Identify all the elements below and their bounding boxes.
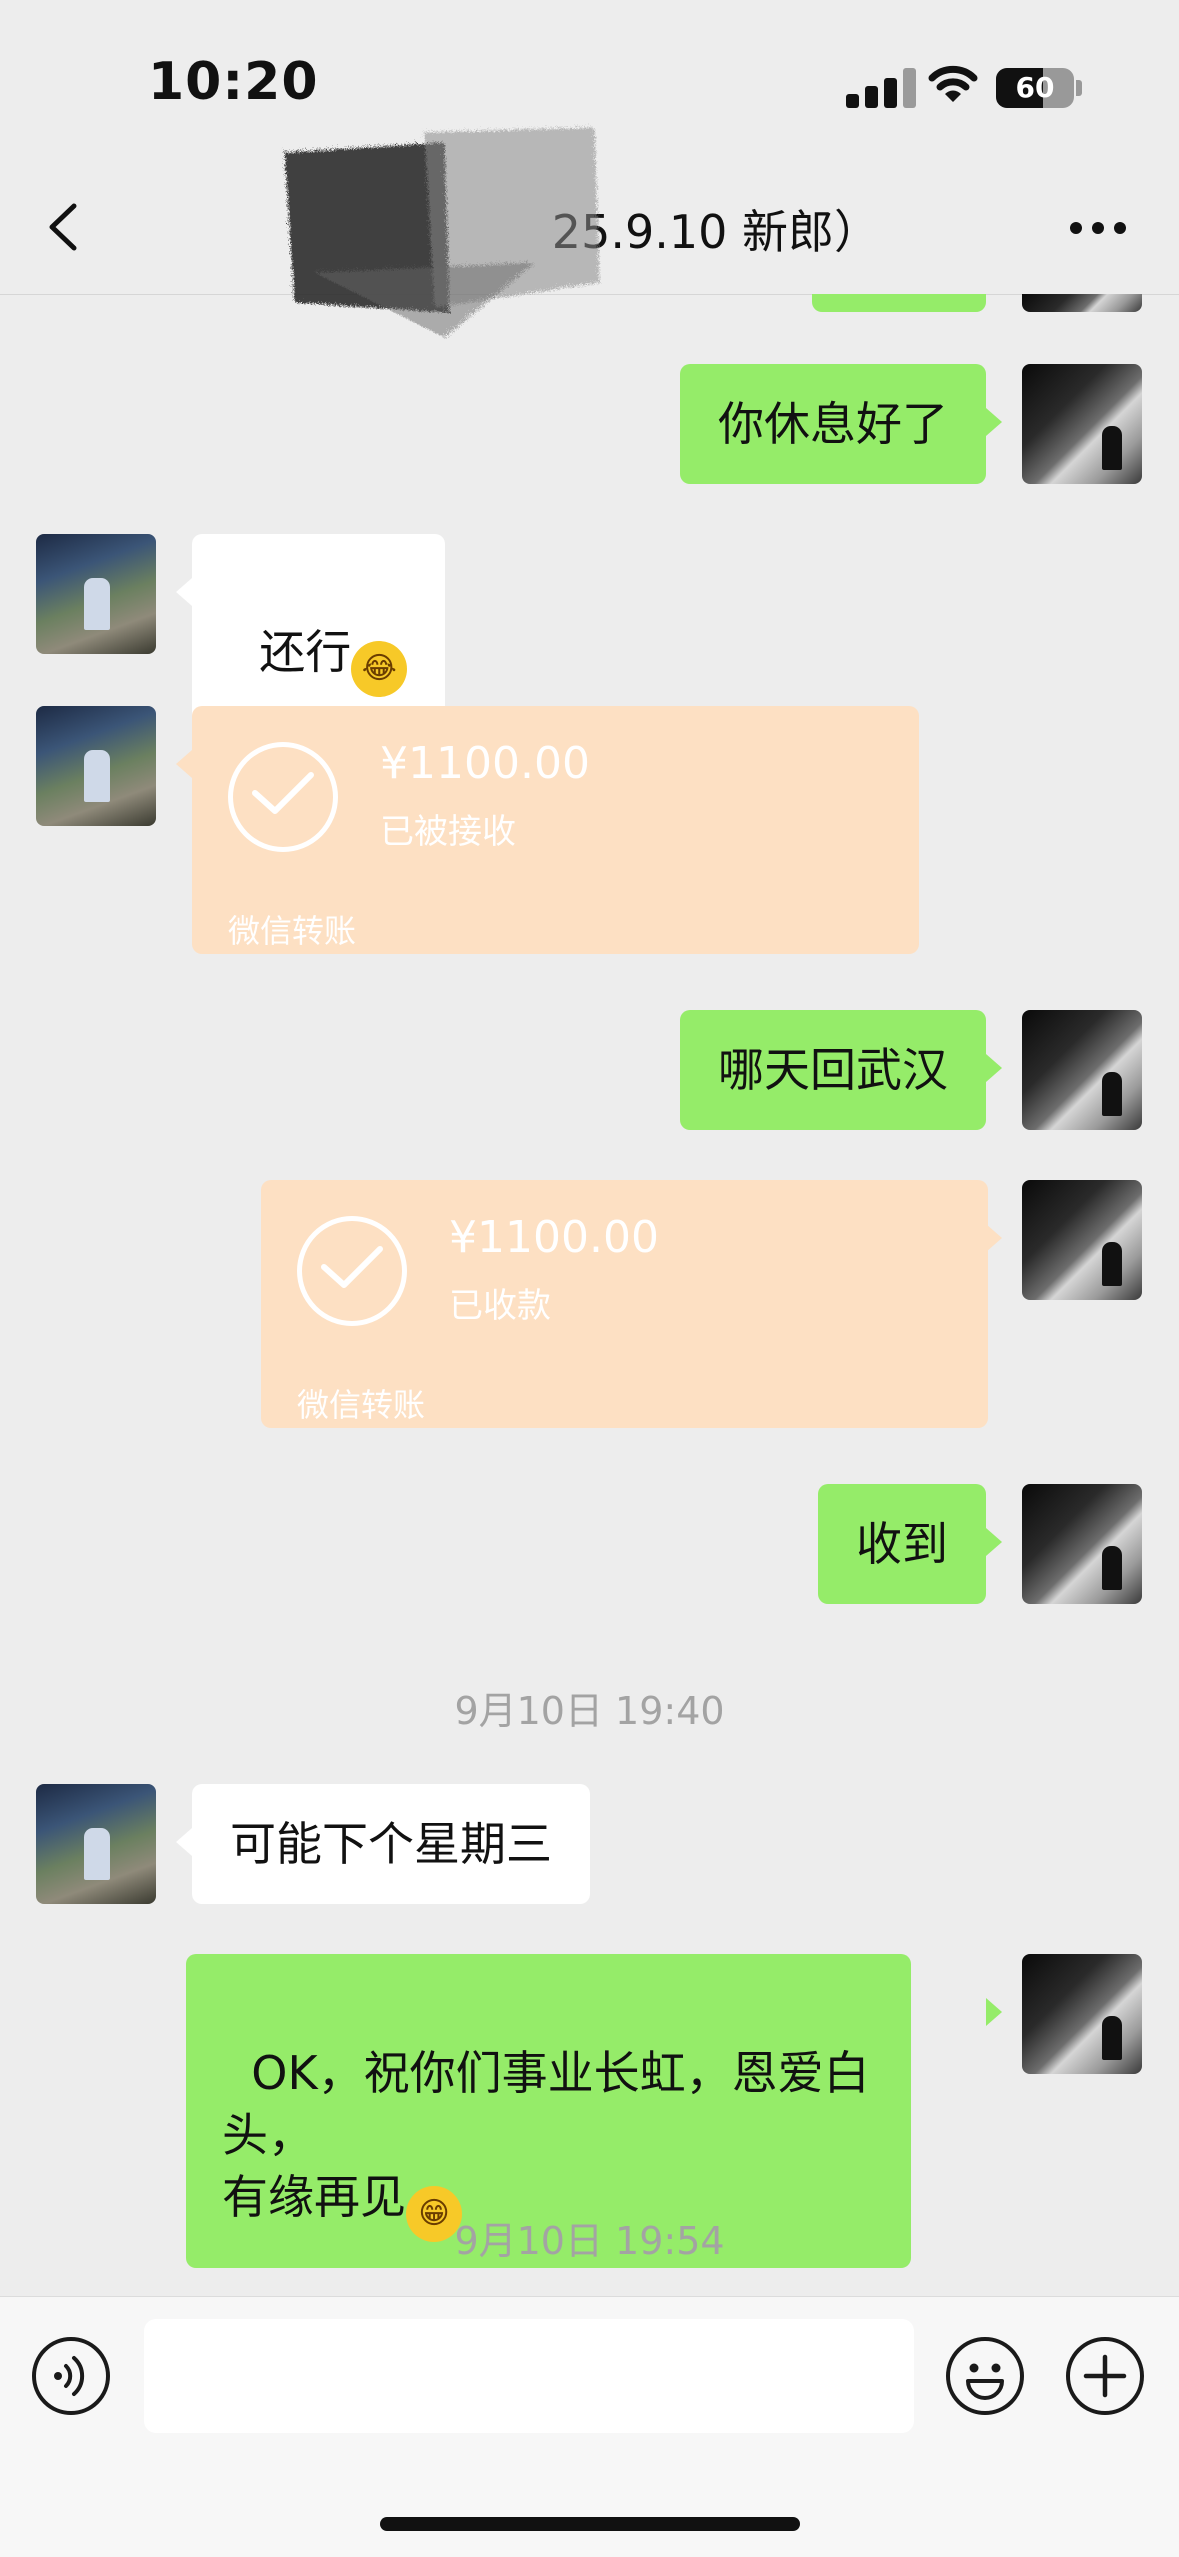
bubble-tail (986, 1528, 1002, 1556)
transfer-amount: ¥1100.00 (380, 738, 590, 789)
wechat-transfer-card[interactable]: ¥1100.00 已被接收 微信转账 (192, 706, 919, 954)
input-bar (0, 2296, 1179, 2557)
check-circle-icon (228, 742, 338, 852)
my-message-bubble[interactable]: 收到 (818, 1484, 986, 1604)
bubble-tail (176, 750, 192, 778)
friend-message-bubble[interactable]: 可能下个星期三 (192, 1784, 590, 1904)
my-avatar-partial[interactable] (1022, 294, 1142, 312)
transfer-label: 微信转账 (228, 912, 357, 950)
voice-icon[interactable] (32, 2337, 110, 2415)
battery-icon: 60 (996, 68, 1074, 108)
wechat-transfer-card[interactable]: ¥1100.00 已收款 微信转账 (261, 1180, 988, 1428)
my-avatar[interactable] (1022, 1180, 1142, 1300)
my-avatar[interactable] (1022, 1484, 1142, 1604)
message-text: OK，祝你们事业长虹，恩爱白头， 有缘再见 (222, 2046, 870, 2224)
bubble-tail (176, 578, 192, 606)
transfer-status: 已收款 (449, 1286, 551, 1326)
back-arrow-icon[interactable] (44, 202, 84, 252)
my-avatar[interactable] (1022, 1010, 1142, 1130)
smile-icon[interactable] (946, 2337, 1024, 2415)
battery-tip (1076, 80, 1082, 96)
transfer-label: 微信转账 (297, 1386, 426, 1424)
home-indicator[interactable] (380, 2517, 800, 2531)
battery-level: 60 (1015, 71, 1055, 104)
friend-avatar[interactable] (36, 706, 156, 826)
message-bubble-partial[interactable] (812, 294, 986, 312)
bubble-tail (986, 1998, 1002, 2026)
tears-of-joy-emoji-icon: 😂 (351, 641, 408, 697)
plus-icon[interactable] (1066, 2337, 1144, 2415)
transfer-amount: ¥1100.00 (449, 1212, 659, 1263)
my-message-bubble[interactable]: 哪天回武汉 (680, 1010, 986, 1130)
status-time: 10:20 (148, 52, 319, 112)
transfer-status: 已被接收 (380, 812, 516, 852)
wifi-icon (928, 65, 978, 102)
friend-avatar[interactable] (36, 1784, 156, 1904)
chat-timestamp: 9月10日 19:40 (454, 1689, 725, 1733)
bubble-tail (176, 1828, 192, 1856)
more-options-icon[interactable] (1070, 222, 1126, 234)
chat-timestamp: 9月10日 19:54 (454, 2219, 725, 2263)
cellular-signal-icon (846, 68, 918, 108)
message-text: 还行 (259, 625, 352, 679)
message-input[interactable] (144, 2319, 914, 2433)
redaction-scribble (282, 125, 597, 335)
bubble-tail (986, 1224, 1002, 1252)
friend-avatar[interactable] (36, 534, 156, 654)
my-message-bubble[interactable]: 你休息好了 (680, 364, 986, 484)
friend-message-bubble[interactable]: 还行 😂 (192, 534, 446, 728)
my-avatar[interactable] (1022, 1954, 1142, 2074)
check-circle-icon (297, 1216, 407, 1326)
bubble-tail (986, 408, 1002, 436)
bubble-tail (986, 1054, 1002, 1082)
my-avatar[interactable] (1022, 364, 1142, 484)
